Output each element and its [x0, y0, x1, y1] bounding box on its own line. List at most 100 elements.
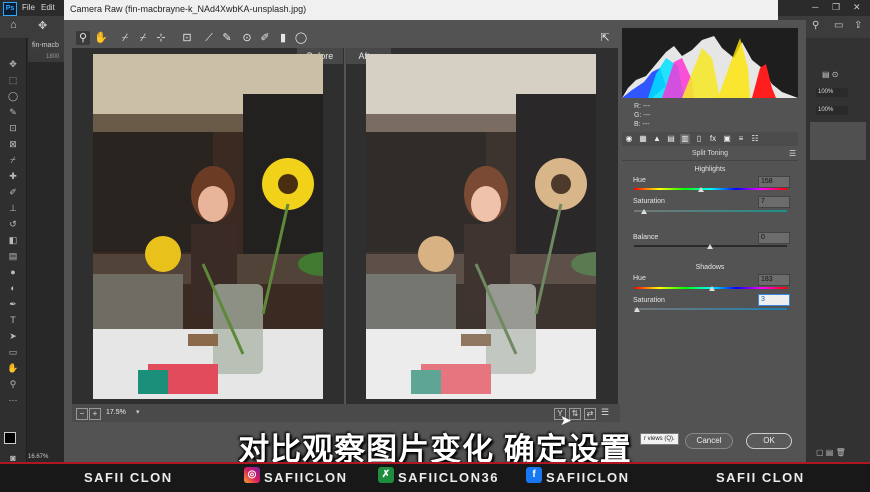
snapshots-tab-icon[interactable]: ☷: [750, 134, 760, 144]
highlights-hue-slider[interactable]: [634, 188, 787, 190]
open-preferences-icon[interactable]: ⇱: [598, 31, 612, 45]
more-tools-icon[interactable]: ⋯: [7, 394, 19, 406]
pen-icon[interactable]: ✒: [7, 298, 19, 310]
straighten-icon[interactable]: ⟋: [202, 31, 216, 45]
camera-raw-toolbar: ⚲ ✋ ⌿ ⌿ ⊹ ⊡ ⟋ ✎ ⊙ ✐ ▮ ◯ ⇱: [72, 28, 620, 48]
highlights-saturation-thumb[interactable]: [641, 209, 647, 214]
shadows-hue-thumb[interactable]: [709, 286, 715, 291]
workspace-icon[interactable]: ▭: [834, 20, 843, 31]
fx-tab-icon[interactable]: fx: [708, 134, 718, 144]
balance-thumb[interactable]: [707, 244, 713, 249]
eraser-icon[interactable]: ◧: [7, 234, 19, 246]
white-balance-icon[interactable]: ⌿: [118, 31, 132, 45]
zoom-in-button[interactable]: +: [89, 408, 101, 420]
brush-icon[interactable]: ✐: [7, 186, 19, 198]
gamepad-icon: ✗: [378, 467, 394, 483]
dodge-icon[interactable]: ◐: [7, 282, 19, 294]
footer-right-text: SAFII CLON: [716, 470, 805, 485]
footer-facebook-text: SAFIICLON: [546, 470, 630, 485]
blur-icon[interactable]: ●: [7, 266, 19, 278]
layers-panel-icons[interactable]: ▤ ⊙: [822, 70, 838, 79]
restore-icon[interactable]: ❐: [832, 2, 840, 13]
menu-edit[interactable]: Edit: [41, 3, 55, 12]
graduated-filter-icon[interactable]: ▮: [276, 31, 290, 45]
highlights-hue-field[interactable]: 158: [758, 176, 790, 188]
marquee-icon[interactable]: ⬚: [7, 74, 19, 86]
path-select-icon[interactable]: ➤: [7, 330, 19, 342]
highlights-hue-label: Hue: [633, 177, 646, 184]
histogram: [622, 28, 798, 98]
presets-tab-icon[interactable]: ≡: [736, 134, 746, 144]
eyedropper-icon[interactable]: ⌿: [7, 154, 19, 166]
zoom-dropdown-icon[interactable]: ▾: [136, 408, 140, 416]
readout-g: G: ---: [634, 112, 651, 119]
ps-ruler: 1800: [28, 54, 68, 62]
gradient-icon[interactable]: ▤: [7, 250, 19, 262]
lasso-icon[interactable]: ◯: [7, 90, 19, 102]
panel-tab-icons: ◉ ▦ ▲ ▤ ▥ ▯ fx ▣ ≡ ☷: [622, 132, 798, 146]
crop-tool-icon[interactable]: ⊡: [180, 31, 194, 45]
menu-file[interactable]: File: [22, 3, 35, 12]
zoom-icon[interactable]: ⚲: [7, 378, 19, 390]
copy-settings-icon[interactable]: ⇄: [584, 408, 596, 420]
highlights-header: Highlights: [694, 166, 726, 173]
shape-icon[interactable]: ▭: [7, 346, 19, 358]
ps-right-panels: ▤ ⊙ 100% 100% ▢ ▤ 🗑: [806, 38, 870, 462]
panel-menu-icon[interactable]: ☰: [789, 149, 796, 158]
rgb-readout: R: --- G: --- B: ---: [634, 102, 650, 129]
zoom-tool-icon[interactable]: ⚲: [76, 31, 90, 45]
tone-curve-tab-icon[interactable]: ▦: [638, 134, 648, 144]
minimize-icon[interactable]: ─: [812, 2, 818, 12]
footer-instagram-text: SAFIICLON: [264, 470, 348, 485]
camera-raw-titlebar: Camera Raw (fin-macbrayne-k_NAd4XwbKA-un…: [64, 0, 778, 20]
preview-bottom-bar: − + ▾ Y ⇅ ⇄ ☰: [72, 404, 620, 422]
spot-removal-icon[interactable]: ✎: [220, 31, 234, 45]
move-icon[interactable]: ✥: [7, 58, 19, 70]
stamp-icon[interactable]: ⊥: [7, 202, 19, 214]
footer-gamepad-text: SAFIICLON36: [398, 470, 500, 485]
targeted-adjust-icon[interactable]: ⊹: [154, 31, 168, 45]
history-brush-icon[interactable]: ↺: [7, 218, 19, 230]
split-toning-tab-icon[interactable]: ▥: [680, 134, 690, 144]
hand-tool-icon[interactable]: ✋: [94, 31, 108, 45]
home-icon[interactable]: ⌂: [10, 19, 17, 31]
hand-icon[interactable]: ✋: [7, 362, 19, 374]
highlights-saturation-slider[interactable]: [634, 210, 787, 212]
shadows-saturation-label: Saturation: [633, 297, 665, 304]
opacity-field[interactable]: 100%: [816, 88, 848, 97]
adjust-brush-icon[interactable]: ✐: [258, 31, 272, 45]
basic-tab-icon[interactable]: ◉: [624, 134, 634, 144]
shadows-hue-field[interactable]: 183: [758, 274, 790, 286]
close-icon[interactable]: ✕: [853, 2, 861, 13]
zoom-out-button[interactable]: −: [76, 408, 88, 420]
dialog-title: Camera Raw (fin-macbrayne-k_NAd4XwbKA-un…: [70, 4, 307, 14]
instagram-icon: ◎: [244, 467, 260, 483]
move-tool-icon[interactable]: ✥: [38, 19, 47, 32]
color-sampler-icon[interactable]: ⌿: [136, 31, 150, 45]
hsl-tab-icon[interactable]: ▤: [666, 134, 676, 144]
quick-select-icon[interactable]: ✎: [7, 106, 19, 118]
calibration-tab-icon[interactable]: ▣: [722, 134, 732, 144]
shadows-saturation-field[interactable]: 3: [758, 294, 790, 306]
type-icon[interactable]: T: [7, 314, 19, 326]
red-eye-icon[interactable]: ⊙: [240, 31, 254, 45]
zoom-level[interactable]: 17.5%: [106, 409, 126, 416]
share-icon[interactable]: ⇪: [854, 20, 862, 31]
shadows-saturation-slider[interactable]: [634, 308, 787, 310]
lens-tab-icon[interactable]: ▯: [694, 134, 704, 144]
fill-field[interactable]: 100%: [816, 106, 848, 115]
radial-filter-icon[interactable]: ◯: [294, 31, 308, 45]
detail-tab-icon[interactable]: ▲: [652, 134, 662, 144]
healing-icon[interactable]: ✚: [7, 170, 19, 182]
layer-thumbnail[interactable]: [810, 122, 866, 160]
shadows-hue-label: Hue: [633, 275, 646, 282]
shadows-saturation-thumb[interactable]: [634, 307, 640, 312]
crop-icon[interactable]: ⊡: [7, 122, 19, 134]
balance-field[interactable]: 0: [758, 232, 790, 244]
frame-icon[interactable]: ⊠: [7, 138, 19, 150]
preview-divider: [344, 48, 346, 404]
toggle-settings-icon[interactable]: ☰: [601, 407, 609, 418]
search-icon[interactable]: ⚲: [812, 20, 819, 31]
highlights-saturation-field[interactable]: 7: [758, 196, 790, 208]
highlights-hue-thumb[interactable]: [698, 187, 704, 192]
